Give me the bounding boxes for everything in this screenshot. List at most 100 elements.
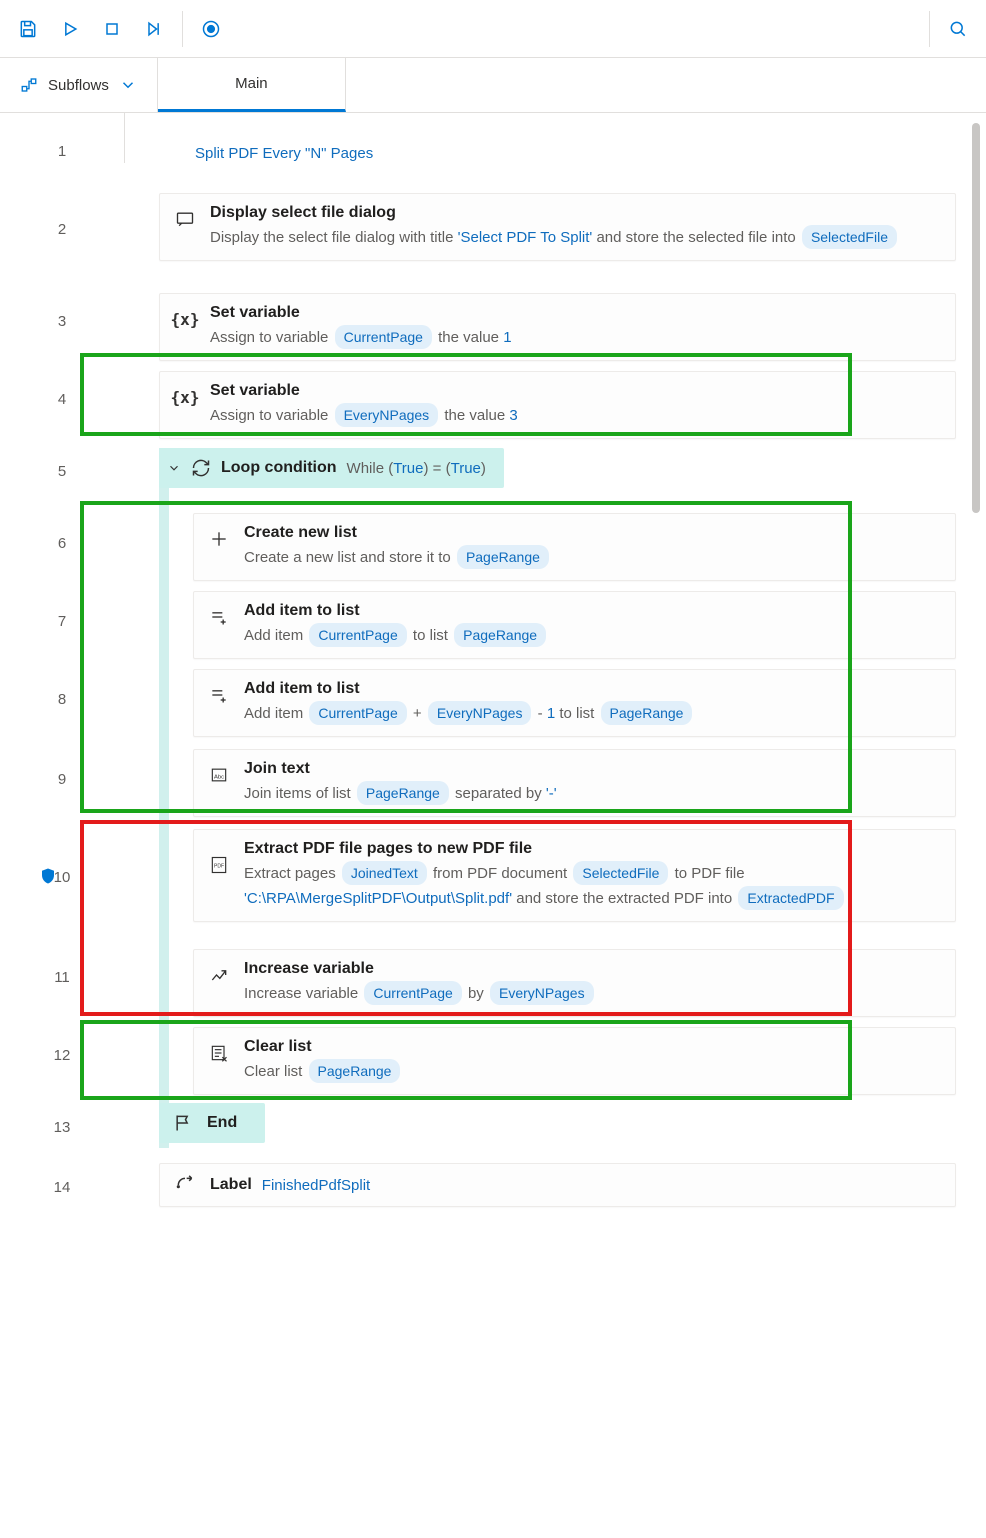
action-add-item-to-list[interactable]: Add item to list Add item CurrentPage to… — [193, 591, 956, 659]
action-end[interactable]: End — [159, 1103, 265, 1143]
stop-button[interactable] — [92, 9, 132, 49]
label-name: FinishedPdfSplit — [262, 1177, 370, 1194]
action-extract-pdf-pages[interactable]: PDF Extract PDF file pages to new PDF fi… — [193, 829, 956, 922]
action-description: Assign to variable EveryNPages the value… — [210, 403, 941, 428]
play-icon — [60, 19, 80, 39]
variable-token: CurrentPage — [335, 325, 432, 349]
pdf-icon: PDF — [208, 854, 230, 876]
action-loop-condition[interactable]: Loop condition While (True) = (True) — [159, 448, 504, 488]
dialog-icon — [174, 208, 196, 230]
action-description: Add item CurrentPage + EveryNPages - 1 t… — [244, 701, 941, 726]
subflows-dropdown[interactable]: Subflows — [0, 58, 158, 112]
variable-token: EveryNPages — [335, 403, 439, 427]
action-display-file-dialog[interactable]: Display select file dialog Display the s… — [159, 193, 956, 261]
line-number: 7 — [0, 613, 124, 630]
toolbar-separator — [182, 11, 183, 47]
variable-token: SelectedFile — [802, 225, 897, 249]
action-title: Increase variable — [244, 960, 941, 978]
action-title: Label — [210, 1176, 252, 1194]
comment-link[interactable]: Split PDF Every "N" Pages — [125, 145, 373, 162]
line-number: 4 — [0, 391, 124, 408]
action-create-list[interactable]: Create new list Create a new list and st… — [193, 513, 956, 581]
variable-token: PageRange — [457, 545, 549, 569]
toolbar-separator — [929, 11, 930, 47]
step-icon — [144, 19, 164, 39]
action-set-variable[interactable]: {x} Set variable Assign to variable Ever… — [159, 371, 956, 439]
action-label[interactable]: Label FinishedPdfSplit — [159, 1163, 956, 1207]
action-title: Extract PDF file pages to new PDF file — [244, 840, 941, 858]
flow-container: 1 2 3 4 5 6 7 8 9 10 11 12 13 14 Split P… — [0, 113, 986, 163]
action-title: Display select file dialog — [210, 204, 941, 222]
text-icon: Abc — [208, 764, 230, 786]
action-description: Assign to variable CurrentPage the value… — [210, 325, 941, 350]
action-title: End — [207, 1114, 237, 1132]
action-title: Set variable — [210, 304, 941, 322]
tab-main[interactable]: Main — [158, 58, 346, 112]
comment-row[interactable]: Split PDF Every "N" Pages — [125, 145, 956, 162]
svg-text:Abc: Abc — [214, 774, 224, 780]
search-icon — [948, 19, 968, 39]
chevron-down-icon[interactable] — [167, 461, 181, 475]
action-title: Create new list — [244, 524, 941, 542]
search-button[interactable] — [938, 9, 978, 49]
toolbar — [0, 0, 986, 58]
line-number: 13 — [0, 1119, 124, 1136]
subflows-label: Subflows — [48, 77, 109, 94]
variable-token: PageRange — [357, 781, 449, 805]
variable-token: EveryNPages — [428, 701, 532, 725]
line-number: 2 — [0, 221, 124, 238]
line-number: 6 — [0, 535, 124, 552]
tabbar: Subflows Main — [0, 58, 986, 113]
svg-text:PDF: PDF — [214, 864, 224, 870]
variable-icon: {x} — [174, 386, 196, 408]
line-number: 9 — [0, 771, 124, 788]
subflows-icon — [20, 76, 38, 94]
action-clear-list[interactable]: Clear list Clear list PageRange — [193, 1027, 956, 1095]
line-number: 8 — [0, 691, 124, 708]
action-title: Add item to list — [244, 602, 941, 620]
variable-token: JoinedText — [342, 861, 427, 885]
flow-body: Split PDF Every "N" Pages Display select… — [125, 113, 986, 163]
recorder-button[interactable] — [191, 9, 231, 49]
line-number: 10 — [0, 869, 124, 886]
action-title: Set variable — [210, 382, 941, 400]
action-title: Join text — [244, 760, 941, 778]
action-increase-variable[interactable]: Increase variable Increase variable Curr… — [193, 949, 956, 1017]
step-button[interactable] — [134, 9, 174, 49]
variable-token: EveryNPages — [490, 981, 594, 1005]
action-description: Create a new list and store it to PageRa… — [244, 545, 941, 570]
action-set-variable[interactable]: {x} Set variable Assign to variable Curr… — [159, 293, 956, 361]
trend-up-icon — [208, 964, 230, 986]
record-icon — [201, 19, 221, 39]
line-number: 11 — [0, 969, 124, 986]
label-icon — [174, 1174, 196, 1196]
toolbar-group-run — [8, 9, 174, 49]
clear-list-icon — [208, 1042, 230, 1064]
variable-token: CurrentPage — [309, 701, 406, 725]
chevron-down-icon — [119, 76, 137, 94]
line-number: 12 — [0, 1047, 124, 1064]
plus-icon — [208, 528, 230, 550]
stop-icon — [102, 19, 122, 39]
variable-token: PageRange — [309, 1059, 401, 1083]
flag-icon — [173, 1113, 193, 1133]
line-gutter: 1 2 3 4 5 6 7 8 9 10 11 12 13 14 — [0, 113, 125, 163]
action-title: Clear list — [244, 1038, 941, 1056]
action-add-item-to-list[interactable]: Add item to list Add item CurrentPage + … — [193, 669, 956, 737]
save-icon — [18, 19, 38, 39]
variable-token: SelectedFile — [573, 861, 668, 885]
scrollbar[interactable] — [972, 123, 980, 513]
list-add-icon — [208, 606, 230, 628]
action-join-text[interactable]: Abc Join text Join items of list PageRan… — [193, 749, 956, 817]
save-button[interactable] — [8, 9, 48, 49]
variable-token: ExtractedPDF — [738, 886, 843, 910]
list-add-icon — [208, 684, 230, 706]
line-number: 3 — [0, 313, 124, 330]
variable-token: PageRange — [601, 701, 693, 725]
shield-icon — [39, 867, 57, 888]
action-title: Add item to list — [244, 680, 941, 698]
line-number: 1 — [0, 143, 124, 160]
run-button[interactable] — [50, 9, 90, 49]
action-description: Increase variable CurrentPage by EveryNP… — [244, 981, 941, 1006]
action-description: Add item CurrentPage to list PageRange — [244, 623, 941, 648]
